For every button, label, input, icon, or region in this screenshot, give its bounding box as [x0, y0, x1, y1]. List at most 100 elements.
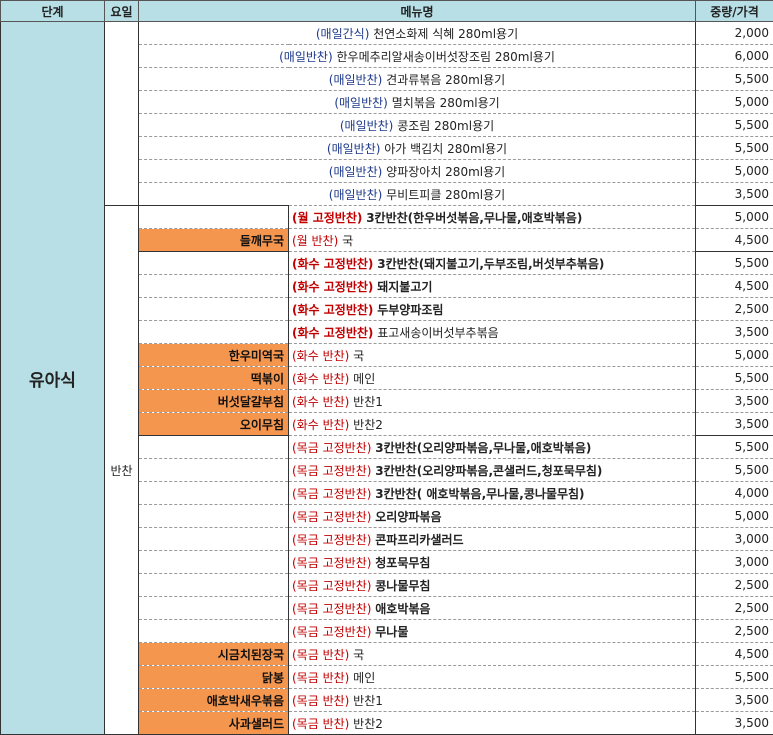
menu-item: 오리양파볶음 — [375, 510, 441, 524]
menu-tag: (목금 고정반찬) — [292, 625, 371, 639]
menu-tag: (목금 고정반찬) — [292, 487, 371, 501]
price-cell: 5,500 — [696, 666, 773, 689]
menu-item: 국 — [353, 648, 364, 662]
dish-name-cell: 한우미역국 — [139, 344, 289, 367]
menu-tag: (목금 반찬) — [292, 694, 349, 708]
menu-cell: (목금 고정반찬) 애호박볶음 — [289, 597, 696, 620]
menu-item: 3칸반찬(오리양파볶음,콘샐러드,청포묵무침) — [375, 464, 602, 478]
menu-item: 콩조림 280ml용기 — [397, 119, 494, 133]
menu-item: 애호박볶음 — [375, 602, 430, 616]
header-price: 중량/가격 — [696, 1, 773, 22]
menu-item: 반찬2 — [353, 418, 383, 432]
menu-cell: (화수 반찬) 메인 — [289, 367, 696, 390]
menu-tag: (화수 고정반찬) — [292, 303, 373, 317]
menu-tag: (매일반찬) — [334, 96, 388, 110]
menu-tag: (화수 고정반찬) — [292, 326, 373, 340]
menu-item: 메인 — [353, 671, 375, 685]
price-cell: 5,000 — [696, 160, 773, 183]
menu-tag: (매일반찬) — [327, 142, 381, 156]
menu-item: 표고새송이버섯부추볶음 — [377, 326, 498, 340]
menu-tag: (매일간식) — [316, 27, 370, 41]
menu-cell: (매일반찬) 무비트피클 280ml용기 — [139, 183, 696, 206]
menu-tag: (화수 반찬) — [292, 349, 349, 363]
menu-tag: (목금 반찬) — [292, 671, 349, 685]
menu-tag: (화수 반찬) — [292, 418, 349, 432]
dish-name-cell — [139, 574, 289, 597]
price-cell: 2,500 — [696, 298, 773, 321]
dish-name-cell: 오이무침 — [139, 413, 289, 436]
dish-name-cell — [139, 482, 289, 505]
menu-cell: (목금 고정반찬) 콘파프리카샐러드 — [289, 528, 696, 551]
menu-tag: (목금 고정반찬) — [292, 441, 371, 455]
price-cell: 5,500 — [696, 436, 773, 459]
menu-tag: (매일반찬) — [329, 165, 383, 179]
menu-cell: (매일반찬) 아가 백김치 280ml용기 — [139, 137, 696, 160]
dish-name-cell — [139, 505, 289, 528]
menu-tag: (목금 고정반찬) — [292, 602, 371, 616]
day-cell-side: 반찬 — [105, 206, 139, 735]
price-cell: 5,500 — [696, 367, 773, 390]
menu-item: 견과류볶음 280ml용기 — [386, 73, 505, 87]
menu-cell: (목금 고정반찬) 3칸반찬( 애호박볶음,무나물,콩나물무침) — [289, 482, 696, 505]
menu-cell: (매일반찬) 한우메추리알새송이버섯장조림 280ml용기 — [139, 45, 696, 68]
stage-cell: 유아식 — [1, 22, 105, 735]
price-cell: 5,500 — [696, 68, 773, 91]
menu-cell: (목금 반찬) 메인 — [289, 666, 696, 689]
menu-cell: (목금 반찬) 반찬1 — [289, 689, 696, 712]
menu-tag: (목금 고정반찬) — [292, 510, 371, 524]
menu-item: 두부양파조림 — [377, 303, 443, 317]
menu-cell: (목금 반찬) 국 — [289, 643, 696, 666]
menu-item: 무나물 — [375, 625, 408, 639]
menu-cell: (매일반찬) 멸치볶음 280ml용기 — [139, 91, 696, 114]
menu-cell: (목금 반찬) 반찬2 — [289, 712, 696, 735]
price-cell: 6,000 — [696, 45, 773, 68]
dish-name-cell: 닭봉 — [139, 666, 289, 689]
price-cell: 5,500 — [696, 252, 773, 275]
price-cell: 5,500 — [696, 137, 773, 160]
dish-name-cell — [139, 551, 289, 574]
menu-item: 양파장아치 280ml용기 — [386, 165, 505, 179]
dish-name-cell — [139, 275, 289, 298]
price-cell: 3,500 — [696, 321, 773, 344]
menu-tag: (목금 고정반찬) — [292, 579, 371, 593]
dish-name-cell — [139, 528, 289, 551]
price-cell: 3,000 — [696, 551, 773, 574]
menu-tag: (매일반찬) — [279, 50, 333, 64]
menu-cell: (목금 고정반찬) 3칸반찬(오리양파볶음,콘샐러드,청포묵무침) — [289, 459, 696, 482]
menu-tag: (매일반찬) — [329, 73, 383, 87]
header-stage: 단계 — [1, 1, 105, 22]
menu-item: 반찬2 — [353, 717, 383, 731]
menu-item: 천연소화제 식혜 280ml용기 — [373, 27, 518, 41]
menu-item: 반찬1 — [353, 395, 383, 409]
menu-tag: (화수 고정반찬) — [292, 257, 373, 271]
menu-tag: (화수 반찬) — [292, 372, 349, 386]
price-cell: 2,500 — [696, 620, 773, 643]
menu-tag: (목금 고정반찬) — [292, 556, 371, 570]
menu-cell: (월 고정반찬) 3칸반찬(한우버섯볶음,무나물,애호박볶음) — [289, 206, 696, 229]
price-cell: 2,500 — [696, 597, 773, 620]
menu-cell: (매일반찬) 콩조림 280ml용기 — [139, 114, 696, 137]
menu-cell: (매일간식) 천연소화제 식혜 280ml용기 — [139, 22, 696, 45]
table-row: 반찬 (월 고정반찬) 3칸반찬(한우버섯볶음,무나물,애호박볶음) 5,000 — [1, 206, 773, 229]
price-cell: 5,000 — [696, 91, 773, 114]
price-cell: 4,500 — [696, 229, 773, 252]
menu-cell: (화수 고정반찬) 표고새송이버섯부추볶음 — [289, 321, 696, 344]
menu-cell: (매일반찬) 양파장아치 280ml용기 — [139, 160, 696, 183]
table-row: 유아식 (매일간식) 천연소화제 식혜 280ml용기 2,000 — [1, 22, 773, 45]
price-cell: 5,000 — [696, 344, 773, 367]
menu-item: 돼지불고기 — [377, 280, 432, 294]
menu-item: 청포묵무침 — [375, 556, 430, 570]
price-cell: 5,500 — [696, 114, 773, 137]
menu-tag: (목금 고정반찬) — [292, 533, 371, 547]
price-cell: 3,500 — [696, 413, 773, 436]
menu-item: 멸치볶음 280ml용기 — [392, 96, 500, 110]
menu-item: 한우메추리알새송이버섯장조림 280ml용기 — [336, 50, 554, 64]
menu-cell: (매일반찬) 견과류볶음 280ml용기 — [139, 68, 696, 91]
menu-tag: (목금 반찬) — [292, 648, 349, 662]
dish-name-cell — [139, 620, 289, 643]
menu-tag: (매일반찬) — [329, 188, 383, 202]
dish-name-cell — [139, 206, 289, 229]
menu-cell: (목금 고정반찬) 무나물 — [289, 620, 696, 643]
dish-name-cell — [139, 321, 289, 344]
menu-item: 3칸반찬(한우버섯볶음,무나물,애호박볶음) — [366, 211, 582, 225]
